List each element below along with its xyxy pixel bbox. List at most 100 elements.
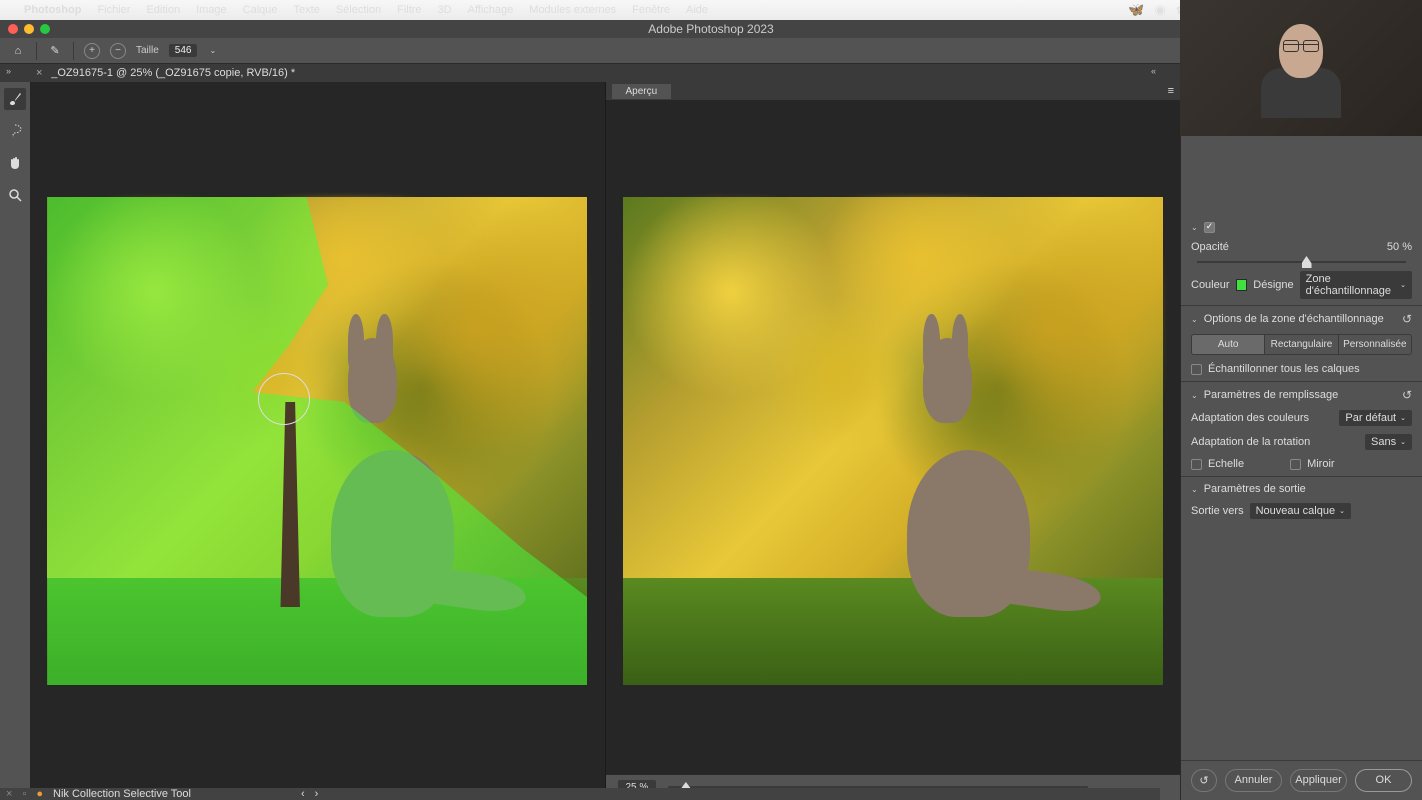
opacity-label: Opacité bbox=[1191, 241, 1229, 253]
menu-texte[interactable]: Texte bbox=[294, 4, 320, 16]
sample-all-layers-checkbox[interactable] bbox=[1191, 364, 1202, 375]
chevron-down-icon: ⌄ bbox=[1339, 507, 1345, 515]
document-tab-title: _OZ91675-1 @ 25% (_OZ91675 copie, RVB/16… bbox=[51, 67, 295, 79]
menu-filtre[interactable]: Filtre bbox=[397, 4, 421, 16]
sampling-shape-segmented: Auto Rectangulaire Personnalisée bbox=[1191, 334, 1412, 355]
overlay-enable-checkbox[interactable] bbox=[1204, 222, 1215, 233]
chevron-down-icon: ⌄ bbox=[1191, 315, 1198, 324]
source-image bbox=[47, 197, 587, 685]
mirror-label: Miroir bbox=[1307, 458, 1335, 470]
rotation-adapt-label: Adaptation de la rotation bbox=[1191, 436, 1310, 448]
output-to-label: Sortie vers bbox=[1191, 505, 1244, 517]
brush-subtract-button[interactable]: − bbox=[110, 43, 126, 59]
dialog-buttons: ↺ Annuler Appliquer OK bbox=[1181, 760, 1422, 800]
canvas-area: Aperçu ≡ 25 % bbox=[30, 82, 1180, 800]
flyout-left-icon[interactable]: » bbox=[6, 66, 11, 76]
brush-add-button[interactable]: + bbox=[84, 43, 100, 59]
size-dropdown-icon[interactable]: ⌄ bbox=[209, 46, 216, 55]
status-bar: × ▫ ● Nik Collection Selective Tool ‹ › bbox=[0, 788, 1160, 800]
menu-fenetre[interactable]: Fenêtre bbox=[632, 4, 670, 16]
traffic-lights bbox=[0, 24, 50, 34]
main-area: Aperçu ≡ 25 % Re ≡ ⌄ Opacité 50 % bbox=[0, 82, 1422, 800]
brush-tool[interactable] bbox=[4, 88, 26, 110]
rotation-adapt-dropdown[interactable]: Sans⌄ bbox=[1365, 434, 1412, 450]
separator bbox=[36, 42, 37, 60]
output-to-dropdown[interactable]: Nouveau calque⌄ bbox=[1250, 503, 1351, 519]
canvas-source[interactable] bbox=[30, 82, 605, 800]
opacity-slider[interactable] bbox=[1197, 261, 1406, 263]
status-eye-icon[interactable]: ◉ bbox=[1155, 2, 1166, 18]
opacity-slider-thumb[interactable] bbox=[1302, 256, 1312, 268]
presenter-figure bbox=[1261, 18, 1341, 118]
tab-close-icon[interactable]: × bbox=[36, 67, 42, 79]
size-label: Taille bbox=[136, 45, 159, 56]
menu-3d[interactable]: 3D bbox=[438, 4, 452, 16]
output-section-header[interactable]: ⌄ Paramètres de sortie bbox=[1181, 479, 1422, 499]
home-icon[interactable]: ⌂ bbox=[10, 43, 26, 59]
sampling-section-header[interactable]: ⌄ Options de la zone d'échantillonnage ↺ bbox=[1181, 308, 1422, 330]
sampling-section-title: Options de la zone d'échantillonnage bbox=[1204, 313, 1384, 325]
hand-tool[interactable] bbox=[4, 152, 26, 174]
status-arrow-right-icon[interactable]: › bbox=[315, 788, 319, 800]
undo-button[interactable]: ↺ bbox=[1191, 769, 1217, 792]
menu-modules[interactable]: Modules externes bbox=[529, 4, 616, 16]
fill-section-header[interactable]: ⌄ Paramètres de remplissage ↺ bbox=[1181, 384, 1422, 406]
menu-image[interactable]: Image bbox=[196, 4, 227, 16]
menu-aide[interactable]: Aide bbox=[686, 4, 708, 16]
window-minimize-button[interactable] bbox=[24, 24, 34, 34]
menu-selection[interactable]: Sélection bbox=[336, 4, 381, 16]
document-tab[interactable]: × _OZ91675-1 @ 25% (_OZ91675 copie, RVB/… bbox=[30, 65, 301, 81]
canvas-preview[interactable]: Aperçu ≡ 25 % bbox=[605, 82, 1181, 800]
ok-button[interactable]: OK bbox=[1355, 769, 1412, 792]
brush-preset-icon[interactable]: ✎ bbox=[47, 43, 63, 59]
separator bbox=[73, 42, 74, 60]
cancel-button[interactable]: Annuler bbox=[1225, 769, 1282, 792]
menu-fichier[interactable]: Fichier bbox=[97, 4, 130, 16]
brush-cursor bbox=[258, 373, 310, 425]
zoom-tool[interactable] bbox=[4, 184, 26, 206]
reset-fill-icon[interactable]: ↺ bbox=[1402, 388, 1412, 402]
scale-label: Echelle bbox=[1208, 458, 1244, 470]
mirror-checkbox[interactable] bbox=[1290, 459, 1301, 470]
apply-button[interactable]: Appliquer bbox=[1290, 769, 1347, 792]
sample-all-layers-label: Échantillonner tous les calques bbox=[1208, 363, 1360, 375]
window-maximize-button[interactable] bbox=[40, 24, 50, 34]
scale-checkbox[interactable] bbox=[1191, 459, 1202, 470]
right-panel: Re ≡ ⌄ Opacité 50 % Couleur Désigne Zone… bbox=[1180, 82, 1422, 800]
status-close-icon[interactable]: × bbox=[6, 788, 12, 800]
chevron-down-icon: ⌄ bbox=[1400, 281, 1406, 289]
fill-section-title: Paramètres de remplissage bbox=[1204, 389, 1339, 401]
chevron-down-icon: ⌄ bbox=[1400, 414, 1406, 422]
status-box-icon[interactable]: ▫ bbox=[22, 788, 26, 800]
menu-app-name[interactable]: Photoshop bbox=[24, 4, 81, 16]
preview-tab[interactable]: Aperçu bbox=[612, 84, 672, 99]
lasso-tool[interactable] bbox=[4, 120, 26, 142]
color-adapt-dropdown[interactable]: Par défaut⌄ bbox=[1339, 410, 1412, 426]
status-butterfly-icon[interactable]: 🦋 bbox=[1128, 2, 1144, 18]
color-swatch[interactable] bbox=[1236, 279, 1248, 291]
overlay-section-header[interactable]: ⌄ bbox=[1181, 218, 1422, 237]
chevron-down-icon: ⌄ bbox=[1191, 223, 1198, 232]
preview-menu-icon[interactable]: ≡ bbox=[1168, 85, 1180, 97]
seg-auto-button[interactable]: Auto bbox=[1192, 335, 1265, 354]
output-section-title: Paramètres de sortie bbox=[1204, 483, 1306, 495]
opacity-value[interactable]: 50 % bbox=[1387, 241, 1412, 253]
designate-dropdown[interactable]: Zone d'échantillonnage⌄ bbox=[1300, 271, 1412, 299]
menu-affichage[interactable]: Affichage bbox=[468, 4, 514, 16]
color-label: Couleur bbox=[1191, 279, 1230, 291]
reset-sampling-icon[interactable]: ↺ bbox=[1402, 312, 1412, 326]
flyout-right-icon[interactable]: « bbox=[1151, 66, 1156, 76]
status-arrow-left-icon[interactable]: ‹ bbox=[301, 788, 305, 800]
toolbox bbox=[0, 82, 30, 800]
webcam-overlay bbox=[1180, 0, 1422, 136]
menu-calque[interactable]: Calque bbox=[243, 4, 278, 16]
status-bullet-icon: ● bbox=[36, 788, 43, 800]
size-value[interactable]: 546 bbox=[169, 44, 198, 57]
seg-custom-button[interactable]: Personnalisée bbox=[1339, 335, 1411, 354]
seg-rect-button[interactable]: Rectangulaire bbox=[1265, 335, 1338, 354]
window-close-button[interactable] bbox=[8, 24, 18, 34]
preview-tabbar: Aperçu ≡ bbox=[606, 82, 1181, 100]
designate-label: Désigne bbox=[1253, 279, 1293, 291]
menu-edition[interactable]: Edition bbox=[146, 4, 180, 16]
chevron-down-icon: ⌄ bbox=[1400, 438, 1406, 446]
